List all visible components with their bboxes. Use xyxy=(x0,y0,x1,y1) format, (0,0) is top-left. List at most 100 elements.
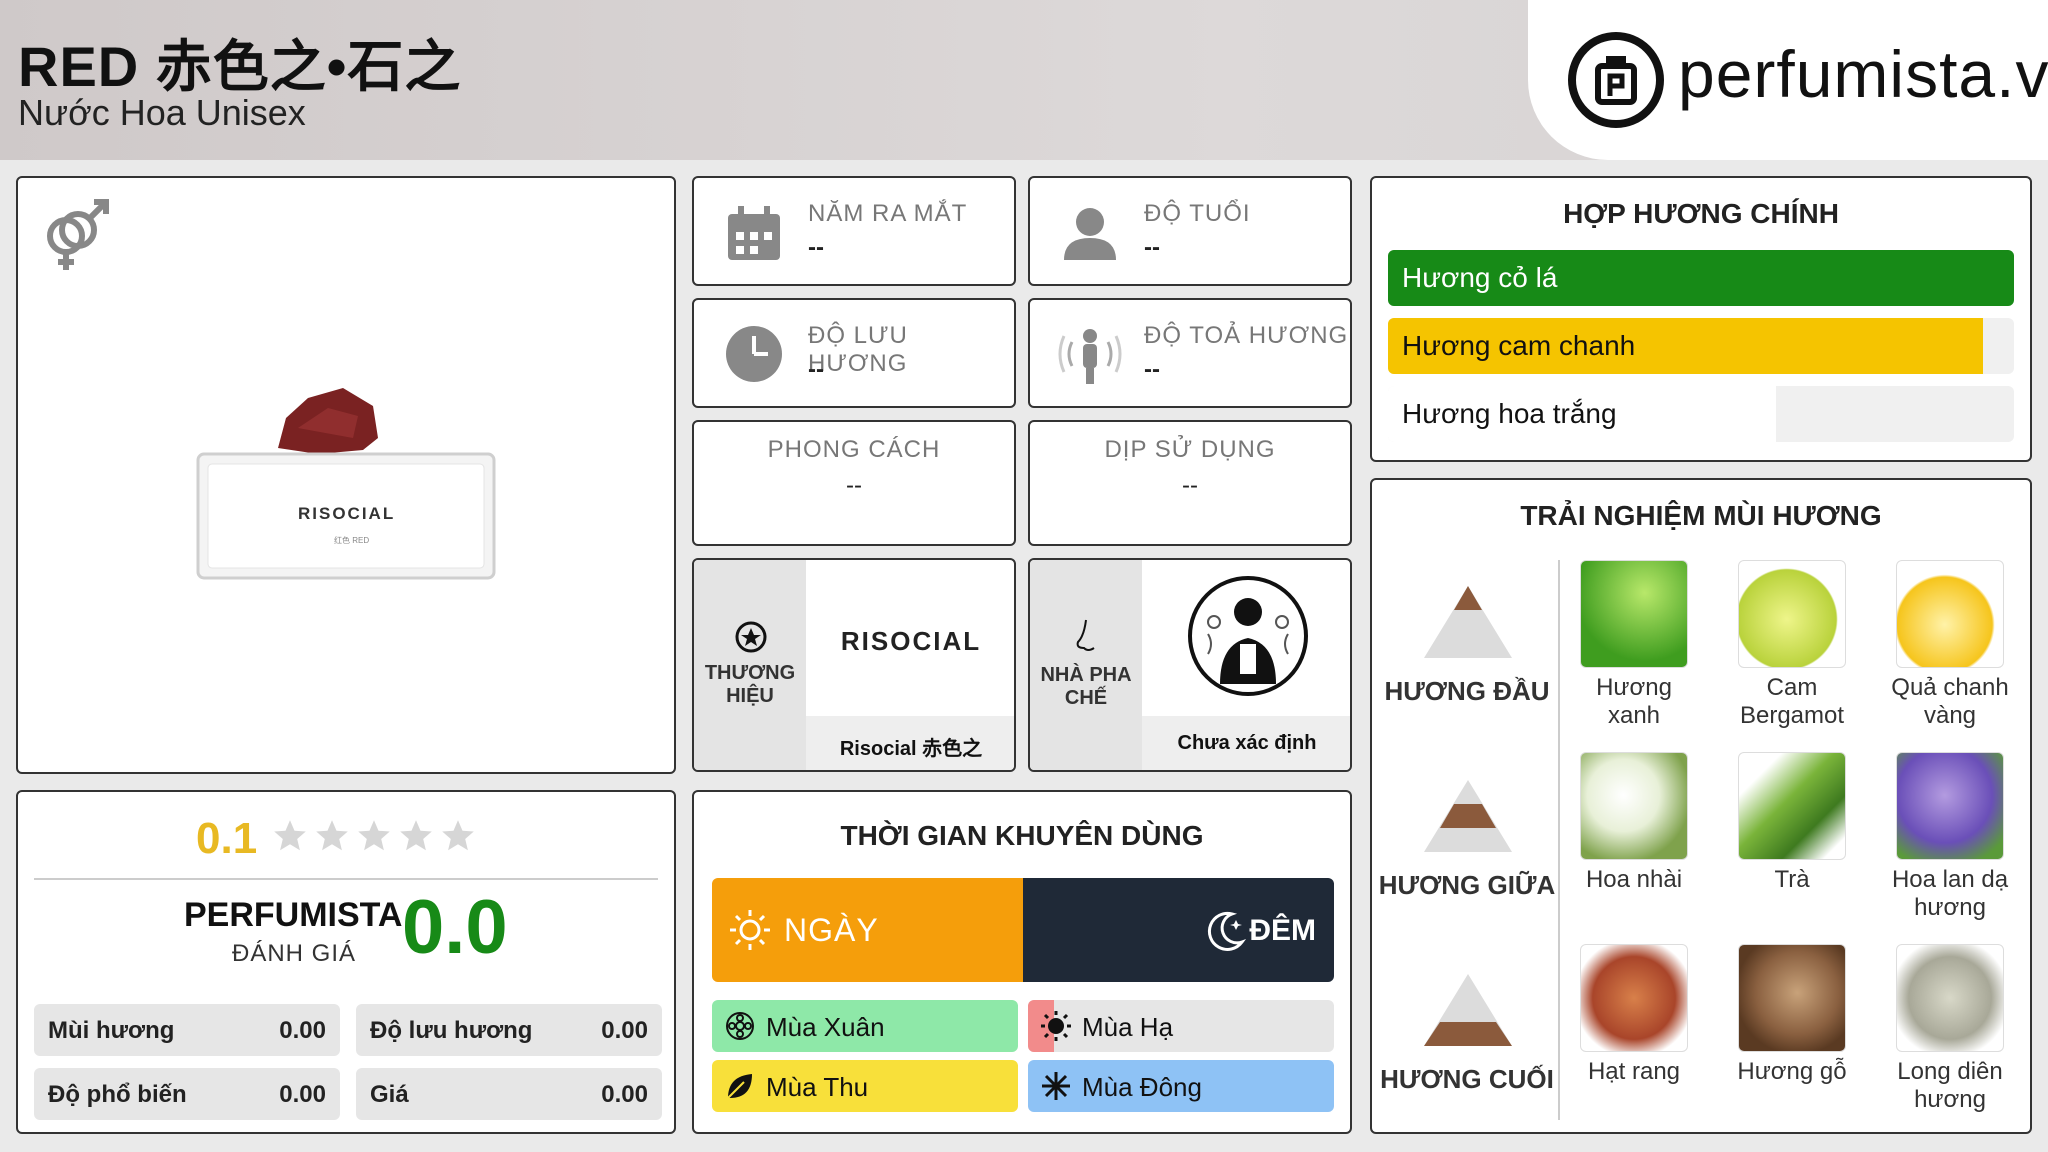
season-spring: Mùa Xuân xyxy=(712,1000,1018,1052)
longevity-card: ĐỘ LƯU HƯƠNG -- xyxy=(692,298,1016,408)
main-accords-card: HỢP HƯƠNG CHÍNH Hương cỏ lá Hương cam ch… xyxy=(1370,176,2032,462)
season-summer: Mùa Hạ xyxy=(1028,1000,1334,1052)
star-icon[interactable] xyxy=(314,818,350,854)
note-label: Hoa lan dạ hương xyxy=(1891,866,2009,921)
star-rating[interactable] xyxy=(272,818,476,862)
perfume-bottle-image xyxy=(196,388,496,580)
perfumista-score: 0.0 xyxy=(402,885,508,970)
sillage-card: ĐỘ TOẢ HƯƠNG -- xyxy=(1028,298,1352,408)
style-card: PHONG CÁCH -- xyxy=(692,420,1016,546)
age-card: ĐỘ TUỔI -- xyxy=(1028,176,1352,286)
bottle-label: RISOCIAL xyxy=(298,504,396,523)
accord-bar: Hương cỏ lá xyxy=(1388,250,2014,306)
bergamot-image xyxy=(1738,560,1846,668)
style-label: PHONG CÁCH xyxy=(767,436,941,463)
brand-card[interactable]: THƯƠNG HIỆU RISOCIAL Risocial 赤色之 xyxy=(692,558,1016,772)
rating-divider xyxy=(34,878,658,880)
season-label: Mùa Thu xyxy=(766,1072,869,1102)
age-value: -- xyxy=(1144,234,1160,261)
criteria-chip: Giá 0.00 xyxy=(356,1068,662,1120)
perfume-bottle-logo-icon xyxy=(1568,32,1664,128)
tier-label: HƯƠNG GIỮA xyxy=(1378,870,1556,900)
perfumer-name: Chưa xác định xyxy=(1177,732,1317,754)
note-item[interactable]: Hoa lan dạ hương xyxy=(1890,752,2010,922)
criteria-name: Mùi hương xyxy=(48,1017,175,1044)
brand-label: THƯƠNG HIỆU xyxy=(704,662,796,707)
occasion-value: -- xyxy=(1182,472,1198,499)
star-icon[interactable] xyxy=(272,818,308,854)
criteria-name: Giá xyxy=(370,1081,409,1108)
criteria-chip: Mùi hương 0.00 xyxy=(34,1004,340,1056)
moon-icon xyxy=(1207,911,1247,951)
criteria-value: 0.00 xyxy=(279,1081,326,1108)
brand-name: Risocial 赤色之 xyxy=(839,738,983,760)
roasted-nuts-image xyxy=(1580,944,1688,1052)
pyramid-base-icon xyxy=(1424,974,1512,1046)
note-item[interactable]: Long diên hương xyxy=(1890,944,2010,1114)
note-item[interactable]: Cam Bergamot xyxy=(1732,560,1852,730)
page-header: RED 赤色之•石之 Nước Hoa Unisex perfumista.vn xyxy=(0,0,2048,160)
note-label: Trà xyxy=(1774,866,1810,893)
note-item[interactable]: Hạt rang xyxy=(1574,944,1694,1086)
season-label: Mùa Đông xyxy=(1082,1072,1202,1102)
perfumer-card[interactable]: NHÀ PHA CHẾ Chưa xác định xyxy=(1028,558,1352,772)
criteria-name: Độ phổ biến xyxy=(48,1081,187,1108)
age-label: ĐỘ TUỔI xyxy=(1144,200,1251,227)
accord-label: Hương cỏ lá xyxy=(1402,262,1558,293)
perfumista-label: PERFUMISTA xyxy=(184,896,403,934)
criteria-value: 0.00 xyxy=(279,1017,326,1044)
criteria-chip: Độ phổ biến 0.00 xyxy=(34,1068,340,1120)
usage-title: THỜI GIAN KHUYÊN DÙNG xyxy=(840,820,1204,851)
lemon-image xyxy=(1896,560,2004,668)
rating-label: ĐÁNH GIÁ xyxy=(232,940,357,967)
user-score: 0.1 xyxy=(196,814,258,863)
site-name: perfumista.vn xyxy=(1678,37,2048,111)
accord-bar: Hương hoa trắng xyxy=(1388,386,2014,442)
perfume-subtitle: Nước Hoa Unisex xyxy=(18,92,306,133)
accord-bar: Hương cam chanh xyxy=(1388,318,2014,374)
perfume-title: RED 赤色之•石之 xyxy=(18,35,462,98)
star-icon[interactable] xyxy=(398,818,434,854)
snowflake-icon xyxy=(1042,1072,1070,1100)
rating-card: 0.1 PERFUMISTA ĐÁNH GIÁ 0.0 Mùi hương 0.0… xyxy=(16,790,676,1134)
perfumer-label: NHÀ PHA CHẾ xyxy=(1040,664,1132,709)
brand-logo-area[interactable]: perfumista.vn xyxy=(1528,0,2048,160)
hyacinth-image xyxy=(1896,752,2004,860)
person-icon xyxy=(1064,208,1116,260)
leaf-icon xyxy=(727,1074,752,1099)
note-label: Hạt rang xyxy=(1587,1058,1681,1085)
note-item[interactable]: Hoa nhài xyxy=(1574,752,1694,894)
note-item[interactable]: Quả chanh vàng xyxy=(1890,560,2010,730)
sillage-label: ĐỘ TOẢ HƯƠNG xyxy=(1144,322,1349,349)
accords-title: HỢP HƯƠNG CHÍNH xyxy=(1563,198,1839,229)
star-icon[interactable] xyxy=(440,818,476,854)
note-label: Hoa nhài xyxy=(1585,866,1683,893)
star-icon[interactable] xyxy=(356,818,392,854)
accord-label: Hương hoa trắng xyxy=(1402,398,1617,429)
note-label: Long diên hương xyxy=(1897,1058,2003,1113)
tier-label: HƯƠNG CUỐI xyxy=(1380,1064,1554,1094)
release-value: -- xyxy=(808,234,824,261)
note-item[interactable]: Trà xyxy=(1732,752,1852,894)
nose-icon xyxy=(1076,619,1095,651)
fragrance-notes-card: TRẢI NGHIỆM MÙI HƯƠNG HƯƠNG ĐẦU Hương xa… xyxy=(1370,478,2032,1134)
style-value: -- xyxy=(846,472,862,499)
criteria-chip: Độ lưu hương 0.00 xyxy=(356,1004,662,1056)
tier-label: HƯƠNG ĐẦU xyxy=(1384,676,1550,706)
star-badge-icon xyxy=(735,621,767,653)
season-winter: Mùa Đông xyxy=(1028,1060,1334,1112)
accord-label: Hương cam chanh xyxy=(1402,330,1636,361)
ambergris-image xyxy=(1896,944,2004,1052)
tea-image xyxy=(1738,752,1846,860)
sun-icon xyxy=(1041,1011,1071,1041)
day-night-bar: NGÀY ĐÊM xyxy=(712,878,1334,982)
note-item[interactable]: Hương gỗ xyxy=(1732,944,1852,1086)
longevity-value: -- xyxy=(808,356,824,383)
season-autumn: Mùa Thu xyxy=(712,1060,1018,1112)
longevity-label: ĐỘ LƯU HƯƠNG xyxy=(808,322,908,377)
criteria-value: 0.00 xyxy=(601,1081,648,1108)
brand-logo-text: RISOCIAL xyxy=(840,626,982,656)
radiating-person-icon xyxy=(1058,329,1122,384)
note-item[interactable]: Hương xanh xyxy=(1574,560,1694,730)
note-label: Hương xanh xyxy=(1596,674,1672,729)
